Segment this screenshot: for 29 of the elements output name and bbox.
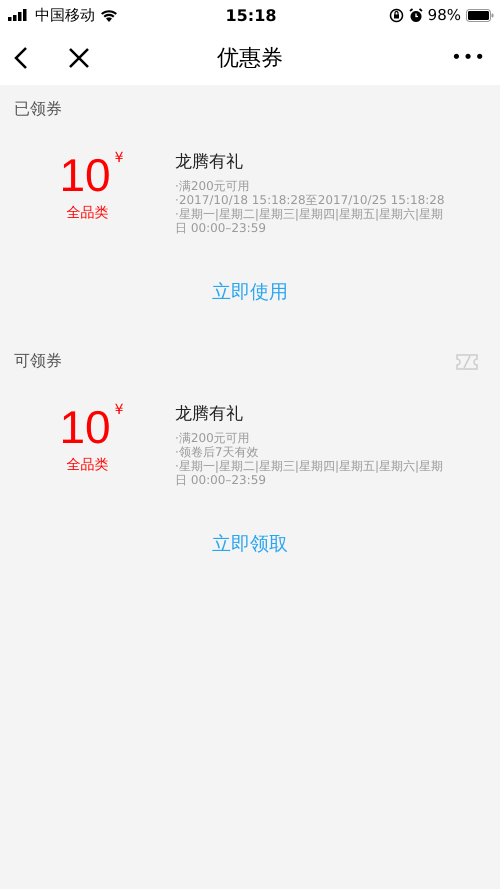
coupon-detail: ·满200元可用	[175, 431, 251, 445]
rotation-lock-icon	[388, 8, 404, 22]
battery-percent: 98%	[428, 6, 461, 24]
close-icon[interactable]	[68, 46, 90, 68]
coupon-name: 龙腾有礼	[175, 403, 244, 425]
coupon-action-button[interactable]: 立即领取	[208, 527, 292, 561]
coupon-amount: 10	[59, 150, 111, 200]
page-title: 优惠券	[217, 44, 283, 72]
coupon-detail: ·满200元可用	[175, 179, 251, 193]
coupon-detail: ·领卷后7天有效	[175, 445, 260, 459]
wifi-icon	[100, 8, 118, 22]
coupon-detail: ·星期一|星期二|星期三|星期四|星期五|星期六|星期日 00:00–23:59	[175, 207, 444, 235]
coupon-detail: ·星期一|星期二|星期三|星期四|星期五|星期六|星期日 00:00–23:59	[175, 459, 444, 487]
back-icon[interactable]	[14, 46, 28, 70]
section-title: 可领券	[14, 351, 62, 372]
more-button[interactable]: •••	[451, 47, 486, 68]
coupon-scope: 全品类	[66, 456, 108, 474]
section-title: 已领券	[14, 99, 62, 120]
coupon-action-button[interactable]: 立即使用	[208, 275, 292, 309]
currency-sign: ¥	[114, 150, 124, 166]
coupon-scope: 全品类	[66, 204, 108, 222]
currency-sign: ¥	[114, 402, 124, 418]
coupon-name: 龙腾有礼	[175, 151, 244, 173]
alarm-icon	[408, 8, 423, 22]
carrier-name: 中国移动	[35, 6, 95, 24]
status-time: 15:18	[226, 6, 276, 24]
battery-icon	[466, 8, 494, 22]
coupon-detail: ·2017/10/18 15:18:28至2017/10/25 15:18:28	[175, 193, 446, 207]
coupon-amount: 10	[59, 402, 111, 452]
